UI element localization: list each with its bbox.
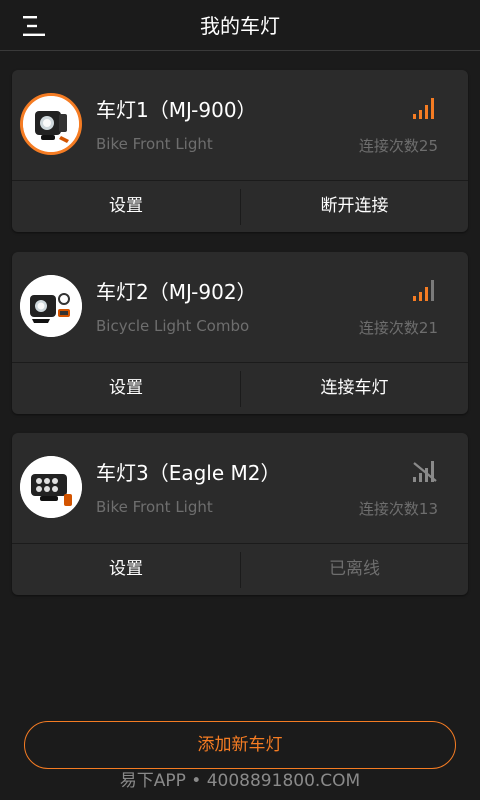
page-title: 我的车灯: [200, 14, 280, 38]
light-avatar-mj902: [20, 275, 82, 337]
light-name: 车灯3（Eagle M2）: [96, 461, 281, 485]
connection-count: 连接次数21: [358, 319, 438, 337]
light-card-info[interactable]: 车灯3（Eagle M2） Bike Front Light 连接次数13: [12, 433, 468, 543]
light-model: Bike Front Light: [96, 498, 213, 516]
light-card-1: 车灯1（MJ-900） Bike Front Light 连接次数25 设置 断…: [12, 70, 468, 232]
light-model: Bicycle Light Combo: [96, 317, 250, 335]
light-avatar-eagle-m2: [20, 456, 82, 518]
app-header: 我的车灯: [0, 0, 480, 51]
connection-count: 连接次数13: [358, 500, 438, 518]
settings-button[interactable]: 设置: [12, 363, 240, 414]
light-card-info[interactable]: 车灯1（MJ-900） Bike Front Light 连接次数25: [12, 70, 468, 180]
connect-button[interactable]: 连接车灯: [241, 363, 468, 414]
signal-medium-icon: [412, 278, 438, 302]
card-actions: 设置 断开连接: [12, 181, 468, 232]
light-name: 车灯2（MJ-902）: [96, 280, 257, 304]
settings-button[interactable]: 设置: [12, 544, 240, 595]
signal-off-icon: [412, 459, 438, 483]
light-model: Bike Front Light: [96, 135, 213, 153]
watermark: 易下APP • 4008891800.COM: [119, 771, 361, 791]
card-actions: 设置 已离线: [12, 544, 468, 595]
light-card-3: 车灯3（Eagle M2） Bike Front Light 连接次数13 设置…: [12, 433, 468, 595]
light-card-info[interactable]: 车灯2（MJ-902） Bicycle Light Combo 连接次数21: [12, 252, 468, 362]
card-actions: 设置 连接车灯: [12, 363, 468, 414]
add-light-button[interactable]: 添加新车灯: [24, 721, 456, 769]
light-avatar-mj900: [20, 93, 82, 155]
connection-count: 连接次数25: [358, 137, 438, 155]
light-card-2: 车灯2（MJ-902） Bicycle Light Combo 连接次数21 设…: [12, 252, 468, 414]
settings-button[interactable]: 设置: [12, 181, 240, 232]
light-name: 车灯1（MJ-900）: [96, 98, 257, 122]
disconnect-button[interactable]: 断开连接: [241, 181, 468, 232]
offline-status: 已离线: [329, 559, 380, 579]
signal-strong-icon: [412, 96, 438, 120]
